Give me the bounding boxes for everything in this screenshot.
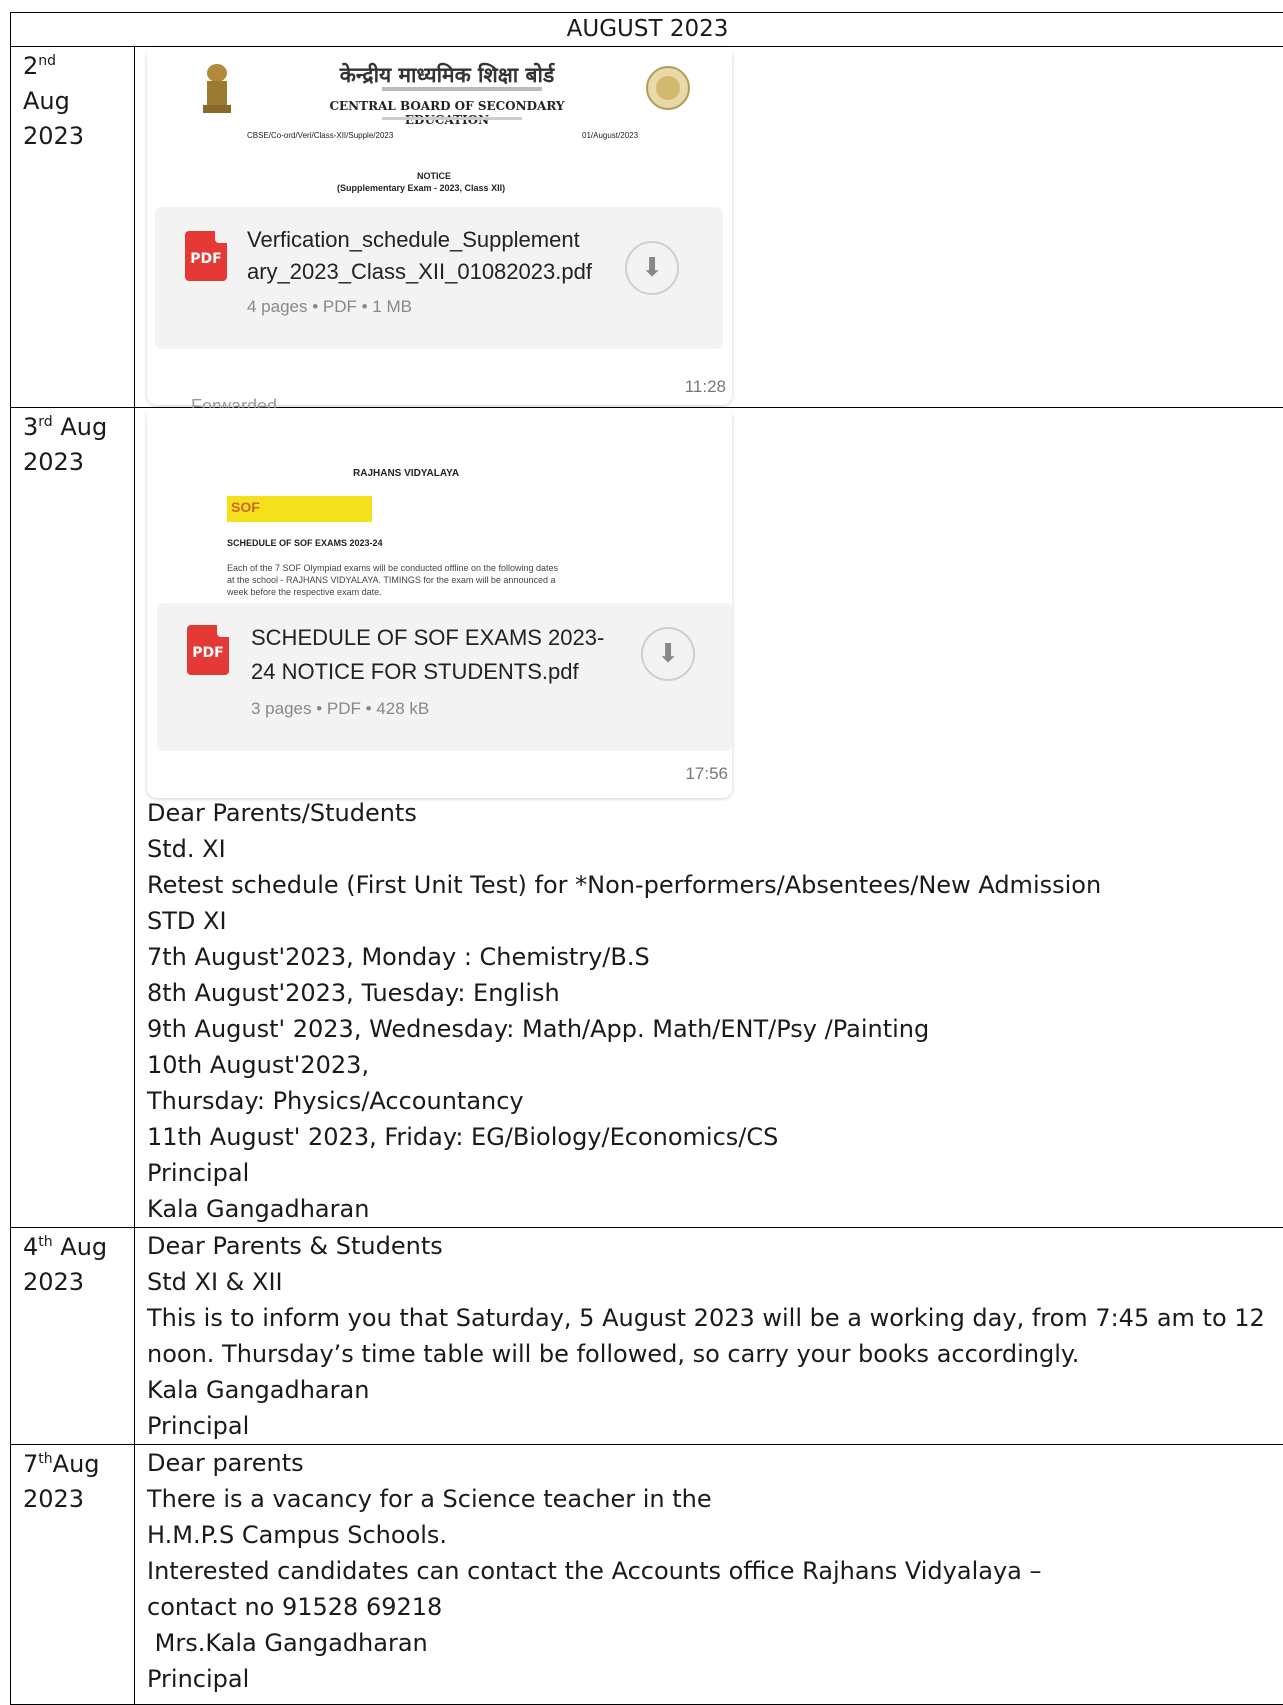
vacancy-message: Dear parents There is a vacancy for a Sc… — [135, 1445, 1283, 1705]
notice-preview[interactable]: केन्द्रीय माध्यमिक शिक्षा बोर्ड CENTRAL … — [147, 47, 732, 207]
message-line: Retest schedule (First Unit Test) for *N… — [147, 867, 1283, 903]
message-line: Principal — [147, 1155, 1283, 1191]
message-line: Interested candidates can contact the Ac… — [147, 1553, 1283, 1589]
schedule-table: AUGUST 2023 2nd Aug 2023 केन्द्रीय माध्य… — [10, 12, 1283, 1705]
date-month: Aug — [23, 84, 134, 119]
sof-body-2: at the school - RAJHANS VIDYALAYA. TIMIN… — [227, 575, 555, 585]
sof-notice-message[interactable]: Forwarded RAJHANS VIDYALAYA SOF SCHEDULE… — [147, 408, 732, 798]
date-day: 2 — [23, 52, 38, 80]
download-icon[interactable]: ⬇ — [641, 627, 695, 681]
date-day: 3 — [23, 413, 38, 441]
notice-date: 01/August/2023 — [582, 131, 638, 140]
month-header: AUGUST 2023 — [11, 13, 1283, 47]
date-year: 2023 — [23, 1482, 134, 1517]
message-line: Std XI & XII — [147, 1264, 1283, 1300]
pdf-icon: PDF — [187, 625, 229, 675]
date-day: 4 — [23, 1233, 38, 1261]
date-suffix: nd — [38, 53, 56, 69]
message-line: This is to inform you that Saturday, 5 A… — [147, 1300, 1283, 1372]
message-line: Dear parents — [147, 1445, 1283, 1481]
message-line: STD XI — [147, 903, 1283, 939]
message-line: contact no 91528 69218 — [147, 1589, 1283, 1625]
retest-message: Dear Parents/Students Std. XI Retest sch… — [135, 795, 1283, 1227]
date-day: 7 — [23, 1450, 38, 1478]
file-name-line1: Verfication_schedule_Supplement — [247, 223, 580, 256]
date-year: 2023 — [23, 119, 134, 154]
date-month: Aug — [60, 413, 107, 441]
message-line: 10th August'2023, — [147, 1047, 1283, 1083]
file-attachment[interactable]: PDF Verfication_schedule_Supplement ary_… — [155, 207, 723, 349]
file-attachment[interactable]: PDF SCHEDULE OF SOF EXAMS 2023- 24 NOTIC… — [157, 603, 732, 751]
message-line: Dear Parents/Students — [147, 795, 1283, 831]
date-cell: 2nd Aug 2023 — [11, 47, 135, 408]
message-line: 11th August' 2023, Friday: EG/Biology/Ec… — [147, 1119, 1283, 1155]
cbse-seal-icon — [645, 65, 691, 111]
sof-preview[interactable]: RAJHANS VIDYALAYA SOF SCHEDULE OF SOF EX… — [147, 408, 732, 604]
hindi-title: केन्द्रीय माध्यमिक शिक्षा बोर्ड — [297, 61, 597, 89]
message-time: 17:56 — [685, 764, 728, 784]
date-suffix: th — [38, 1234, 52, 1250]
message-line: 9th August' 2023, Wednesday: Math/App. M… — [147, 1011, 1283, 1047]
reference-number: CBSE/Co-ord/Veri/Class-XII/Supple/2023 — [247, 131, 393, 140]
date-suffix: th — [38, 1451, 52, 1467]
hindi-subline — [382, 87, 542, 91]
pdf-icon: PDF — [185, 231, 227, 281]
notice-heading: NOTICE — [417, 171, 451, 181]
message-line: Kala Gangadharan — [147, 1372, 1283, 1408]
sof-heading: SCHEDULE OF SOF EXAMS 2023-24 — [227, 538, 383, 548]
file-name-line1: SCHEDULE OF SOF EXAMS 2023- — [251, 621, 604, 654]
notice-subheading: (Supplementary Exam - 2023, Class XII) — [337, 183, 505, 193]
date-cell: 4th Aug 2023 — [11, 1228, 135, 1445]
message-line: Principal — [147, 1661, 1283, 1697]
school-name: RAJHANS VIDYALAYA — [353, 468, 459, 479]
sof-body-3: week before the respective exam date. — [227, 587, 382, 597]
working-day-message: Dear Parents & Students Std XI & XII Thi… — [135, 1228, 1283, 1445]
message-line: Mrs.Kala Gangadharan — [147, 1625, 1283, 1661]
message-line: Thursday: Physics/Accountancy — [147, 1083, 1283, 1119]
file-meta: 4 pages • PDF • 1 MB — [247, 297, 412, 317]
date-month: Aug — [53, 1450, 100, 1478]
emblem-icon — [197, 61, 237, 121]
date-month: Aug — [60, 1233, 107, 1261]
sof-logo: SOF — [227, 496, 372, 522]
date-suffix: rd — [38, 414, 52, 430]
cbse-notice-message[interactable]: केन्द्रीय माध्यमिक शिक्षा बोर्ड CENTRAL … — [147, 47, 732, 405]
message-line: Principal — [147, 1408, 1283, 1444]
message-line: Std. XI — [147, 831, 1283, 867]
date-cell: 3rd Aug 2023 — [11, 408, 135, 1228]
message-line: Dear Parents & Students — [147, 1228, 1283, 1264]
message-time: 11:28 — [685, 377, 726, 397]
date-year: 2023 — [23, 445, 134, 480]
file-name-line2: ary_2023_Class_XII_01082023.pdf — [247, 255, 592, 288]
message-line: H.M.P.S Campus Schools. — [147, 1517, 1283, 1553]
date-cell: 7thAug 2023 — [11, 1445, 135, 1705]
english-title: CENTRAL BOARD OF SECONDARY EDUCATION — [287, 99, 607, 127]
file-meta: 3 pages • PDF • 428 kB — [251, 699, 429, 719]
message-line: There is a vacancy for a Science teacher… — [147, 1481, 1283, 1517]
download-icon[interactable]: ⬇ — [625, 241, 679, 295]
sof-body-1: Each of the 7 SOF Olympiad exams will be… — [227, 563, 558, 573]
message-line: Kala Gangadharan — [147, 1191, 1283, 1227]
date-year: 2023 — [23, 1265, 134, 1300]
english-subline — [382, 117, 522, 120]
file-name-line2: 24 NOTICE FOR STUDENTS.pdf — [251, 655, 579, 688]
message-line: 7th August'2023, Monday : Chemistry/B.S — [147, 939, 1283, 975]
message-line: 8th August'2023, Tuesday: English — [147, 975, 1283, 1011]
